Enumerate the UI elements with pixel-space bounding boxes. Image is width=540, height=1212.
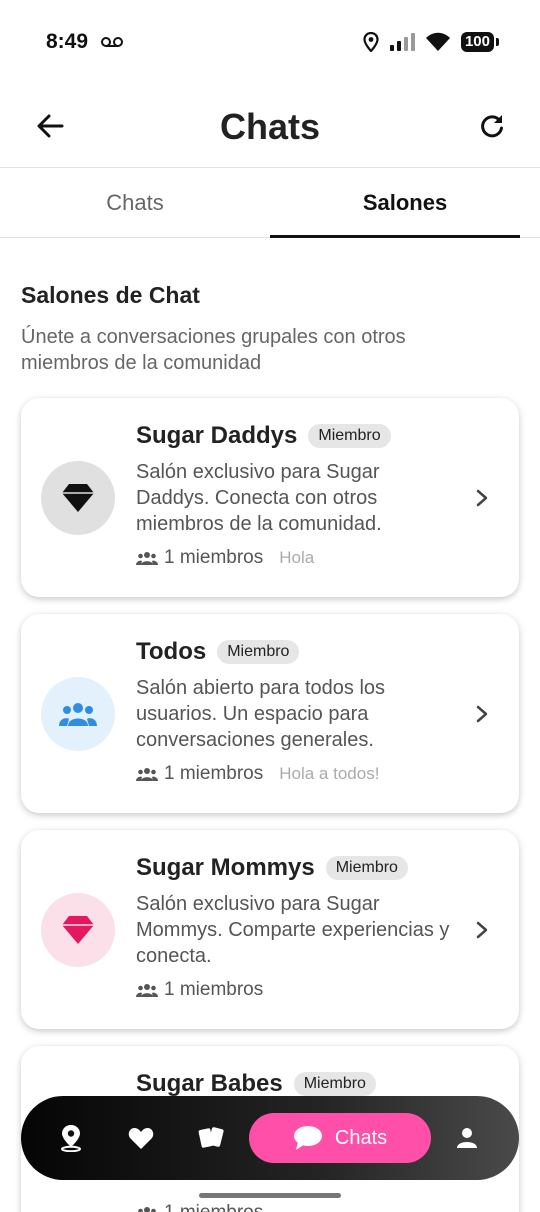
last-message: Hola a todos!: [279, 764, 380, 783]
member-count: 1 miembros: [164, 763, 264, 784]
member-badge: Miembro: [217, 640, 300, 664]
diamond-icon: [62, 916, 94, 944]
cards-icon: [198, 1127, 224, 1148]
room-avatar: [41, 893, 115, 967]
chevron-right-icon: [476, 489, 488, 507]
chevron-right-icon: [476, 921, 488, 939]
room-description: Salón exclusivo para Sugar Daddys. Conec…: [136, 461, 382, 535]
room-name: Sugar Daddys: [136, 422, 298, 449]
chat-bubble-icon: [293, 1126, 322, 1150]
map-pin-icon: [61, 1125, 81, 1152]
status-bar: 8:49 100: [0, 0, 540, 88]
tab-bar: Chats Salones: [0, 168, 540, 238]
member-count: 1 miembros: [164, 1202, 263, 1212]
member-badge: Miembro: [308, 424, 391, 448]
app-header: Chats: [0, 88, 540, 168]
nav-chats-label: Chats: [334, 1126, 388, 1149]
room-name: Sugar Mommys: [136, 854, 315, 881]
location-icon: [363, 32, 379, 52]
chevron-right-icon: [476, 705, 488, 723]
room-card-sugar-mommys[interactable]: Sugar Mommys Miembro Salón exclusivo par…: [21, 830, 519, 1029]
signal-icon: [389, 33, 415, 51]
status-time: 8:49: [46, 30, 89, 53]
tab-chats[interactable]: Chats: [0, 168, 270, 237]
group-icon: [59, 703, 97, 726]
room-avatar: [41, 461, 115, 535]
bottom-nav: Chats: [21, 1096, 519, 1180]
page-title: Chats: [219, 106, 321, 147]
nav-profile[interactable]: [453, 1124, 481, 1152]
heart-icon: [128, 1128, 154, 1149]
members-icon: [136, 552, 158, 565]
diamond-icon: [62, 484, 94, 512]
member-badge: Miembro: [293, 1072, 376, 1096]
members-icon: [136, 984, 158, 997]
refresh-icon[interactable]: [478, 112, 506, 140]
room-card-sugar-daddys[interactable]: Sugar Daddys Miembro Salón exclusivo par…: [21, 398, 519, 597]
last-message: Hola: [279, 548, 315, 567]
member-count: 1 miembros: [164, 547, 264, 568]
nav-map[interactable]: [57, 1124, 85, 1152]
nav-cards[interactable]: [197, 1124, 225, 1152]
battery-icon: 100: [460, 32, 500, 52]
members-icon: [136, 768, 158, 781]
room-avatar: [41, 677, 115, 751]
person-icon: [457, 1128, 477, 1148]
member-count: 1 miembros: [164, 979, 264, 1000]
tab-salones[interactable]: Salones: [270, 168, 540, 238]
nav-chats[interactable]: Chats: [249, 1113, 431, 1163]
member-badge: Miembro: [325, 856, 408, 880]
room-name: Todos: [136, 638, 207, 665]
home-indicator: [199, 1193, 341, 1198]
voicemail-icon: [101, 37, 123, 47]
nav-likes[interactable]: [127, 1124, 155, 1152]
room-name: Sugar Babes: [136, 1070, 283, 1097]
members-icon: [138, 1207, 156, 1212]
room-description: Salón abierto para todos los usuarios. U…: [136, 677, 386, 751]
status-icons: 100: [363, 32, 500, 52]
section-description: Únete a conversaciones grupales con otro…: [21, 326, 406, 374]
section-title: Salones de Chat: [21, 282, 200, 308]
room-card-todos[interactable]: Todos Miembro Salón abierto para todos l…: [21, 614, 519, 813]
wifi-icon: [425, 32, 450, 51]
room-description: Salón exclusivo para Sugar Mommys. Compa…: [136, 893, 450, 967]
